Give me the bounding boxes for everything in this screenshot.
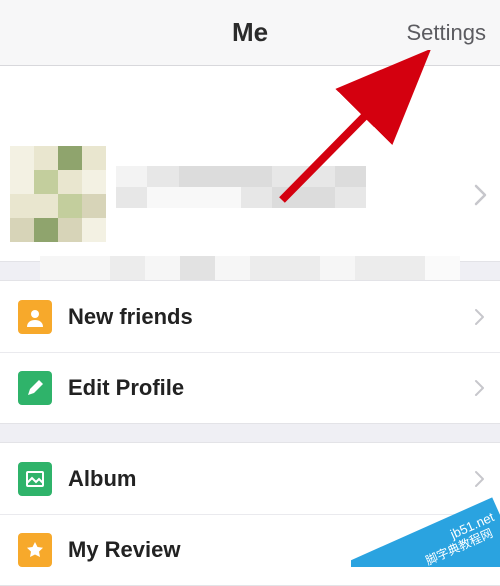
menu-label: My Review (68, 537, 181, 563)
profile-name-blurred (116, 166, 366, 208)
review-icon (18, 533, 52, 567)
edit-icon (18, 371, 52, 405)
chevron-right-icon (474, 308, 486, 326)
menu-group-social: New friends Edit Profile (0, 280, 500, 424)
header-bar: Me Settings (0, 0, 500, 66)
avatar (10, 146, 106, 242)
album-icon (18, 462, 52, 496)
menu-item-edit-profile[interactable]: Edit Profile (0, 352, 500, 424)
menu-item-new-friends[interactable]: New friends (0, 280, 500, 352)
page-title: Me (232, 17, 268, 48)
menu-label: Edit Profile (68, 375, 184, 401)
chevron-right-icon (474, 470, 486, 488)
friends-icon (18, 300, 52, 334)
chevron-right-icon (474, 379, 486, 397)
menu-item-my-review[interactable]: My Review (0, 514, 500, 586)
menu-label: New friends (68, 304, 193, 330)
chevron-right-icon (474, 184, 488, 206)
chevron-right-icon (474, 541, 486, 559)
menu-group-content: Album My Review (0, 442, 500, 586)
profile-card[interactable] (0, 66, 500, 262)
settings-button[interactable]: Settings (407, 20, 487, 46)
menu-label: Album (68, 466, 136, 492)
menu-item-album[interactable]: Album (0, 442, 500, 514)
